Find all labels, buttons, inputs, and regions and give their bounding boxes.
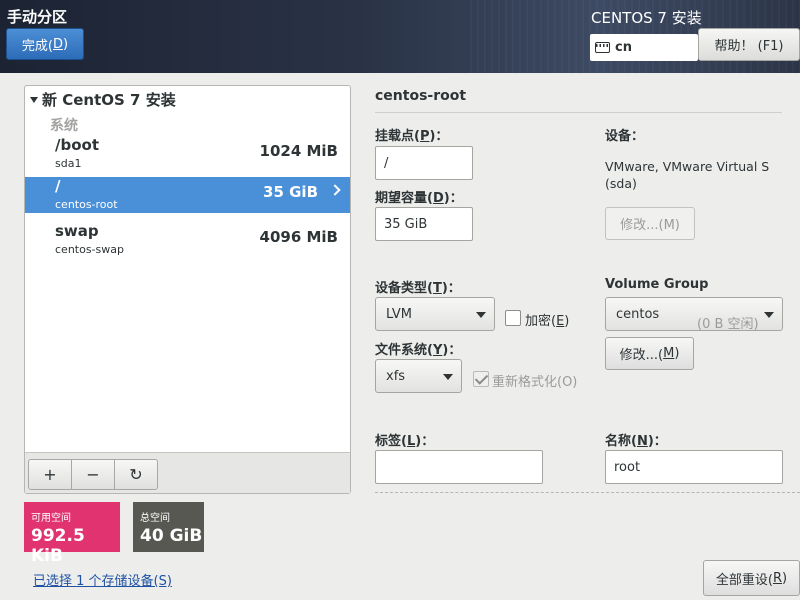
- done-label-end: ): [63, 36, 69, 52]
- mount-name: /boot: [55, 136, 99, 154]
- capacity-field[interactable]: 35 GiB: [375, 207, 473, 241]
- detail-title: centos-root: [375, 88, 467, 104]
- volume-group-label: Volume Group: [605, 277, 709, 292]
- tag-label: 标签(L)：: [375, 434, 435, 449]
- detail-divider: [375, 112, 782, 113]
- dropdown-arrow-icon: [476, 312, 486, 318]
- chevron-right-icon: [329, 184, 341, 196]
- mount-point-label: 挂载点(P)：: [375, 129, 449, 144]
- filesystem-label: 文件系统(Y)：: [375, 343, 462, 358]
- modify-device-button[interactable]: 修改...(M): [605, 207, 695, 240]
- mount-device: centos-swap: [55, 243, 124, 256]
- install-group-header[interactable]: 新 CentOS 7 安装: [30, 89, 176, 110]
- reformat-label: 重新格式化(O): [492, 375, 578, 390]
- bottom-divider: [375, 492, 800, 493]
- mount-size: 4096 MiB: [259, 228, 338, 246]
- mount-device: sda1: [55, 157, 82, 170]
- page-title: 手动分区: [7, 8, 68, 26]
- encrypt-label: 加密(E): [525, 314, 570, 329]
- mount-name: /: [55, 177, 61, 195]
- modify-volume-group-button[interactable]: 修改...(M): [605, 337, 694, 370]
- dropdown-arrow-icon: [443, 374, 453, 380]
- encrypt-checkbox[interactable]: [505, 310, 521, 326]
- done-label-key: D: [52, 36, 63, 52]
- header-bar: 手动分区 完成(D) CENTOS 7 安装 cn 帮助！ (F1): [0, 0, 800, 73]
- done-label-main: 完成(: [21, 38, 53, 54]
- available-space-label: 可用空间: [31, 513, 71, 524]
- mount-row-swap[interactable]: swap centos-swap 4096 MiB: [25, 222, 350, 258]
- volume-group-value: centos: [616, 306, 660, 322]
- available-space-value: 992.5 KiB: [31, 526, 85, 566]
- available-space-tile: 可用空间 992.5 KiB: [24, 502, 120, 566]
- product-title: CENTOS 7 安装: [591, 9, 702, 27]
- section-label-system: 系统: [50, 118, 78, 134]
- mount-name: swap: [55, 222, 99, 240]
- total-space-label: 总空间: [140, 513, 170, 524]
- device-info: VMware, VMware Virtual S (sda): [605, 159, 770, 191]
- mount-size: 35 GiB: [263, 183, 318, 201]
- selected-storage-link[interactable]: 已选择 1 个存储设备(S): [33, 570, 172, 589]
- add-mount-button[interactable]: +: [28, 459, 72, 490]
- filesystem-value: xfs: [386, 368, 406, 384]
- dropdown-arrow-icon: [764, 312, 774, 318]
- capacity-label: 期望容量(D)：: [375, 191, 463, 206]
- device-type-label: 设备类型(T)：: [375, 281, 461, 296]
- keyboard-layout-indicator[interactable]: cn: [590, 34, 698, 61]
- keyboard-icon: [595, 42, 610, 53]
- install-group-title: 新 CentOS 7 安装: [42, 91, 176, 109]
- name-label: 名称(N)：: [605, 434, 667, 449]
- total-space-value: 40 GiB: [140, 526, 203, 546]
- reformat-checkbox[interactable]: [473, 371, 489, 387]
- expander-triangle-icon: [30, 96, 38, 103]
- help-button[interactable]: 帮助！ (F1): [698, 28, 800, 61]
- refresh-button[interactable]: ↻: [114, 459, 158, 490]
- mount-device: centos-root: [55, 198, 118, 211]
- device-label: 设备：: [605, 129, 645, 144]
- mount-point-list: 新 CentOS 7 安装 系统 /boot sda1 1024 MiB / c…: [24, 85, 351, 494]
- tag-field[interactable]: [375, 450, 543, 484]
- volume-group-free: (0 B 空闲): [697, 317, 759, 332]
- done-button[interactable]: 完成(D): [6, 28, 84, 60]
- mount-row-root[interactable]: / centos-root 35 GiB: [25, 177, 350, 213]
- mount-toolbar: + − ↻: [25, 452, 350, 493]
- device-type-value: LVM: [386, 306, 412, 322]
- mount-point-field[interactable]: /: [375, 146, 473, 180]
- remove-mount-button[interactable]: −: [71, 459, 115, 490]
- reset-all-button[interactable]: 全部重设(R): [703, 560, 800, 596]
- total-space-tile: 总空间 40 GiB: [133, 502, 204, 552]
- filesystem-select[interactable]: xfs: [375, 359, 462, 393]
- name-field[interactable]: root: [605, 450, 783, 484]
- mount-row-boot[interactable]: /boot sda1 1024 MiB: [25, 136, 350, 172]
- keyboard-layout-label: cn: [615, 40, 632, 55]
- device-type-select[interactable]: LVM: [375, 297, 495, 331]
- mount-size: 1024 MiB: [259, 142, 338, 160]
